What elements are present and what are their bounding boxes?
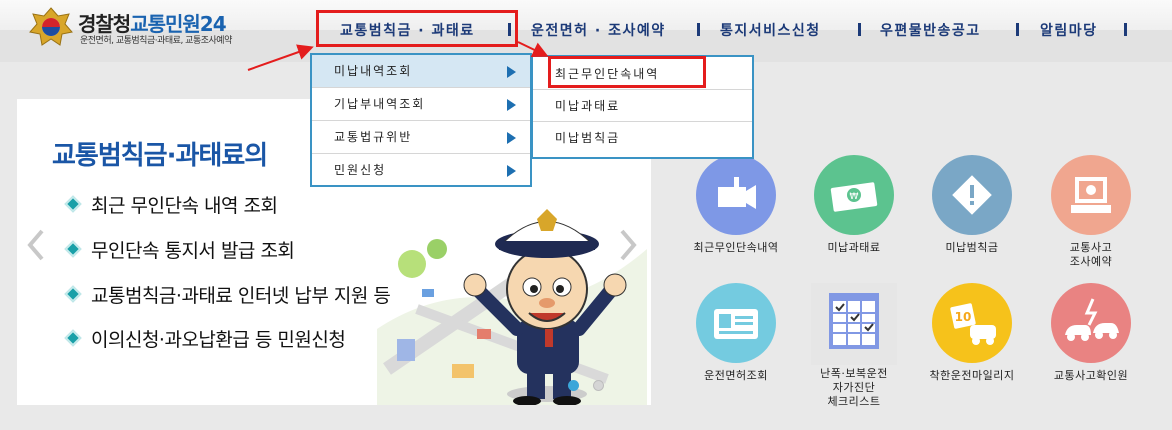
annotation-arrow-1 <box>247 44 314 71</box>
annotation-arrow-2 <box>517 41 549 58</box>
annotation-arrows <box>247 41 549 71</box>
